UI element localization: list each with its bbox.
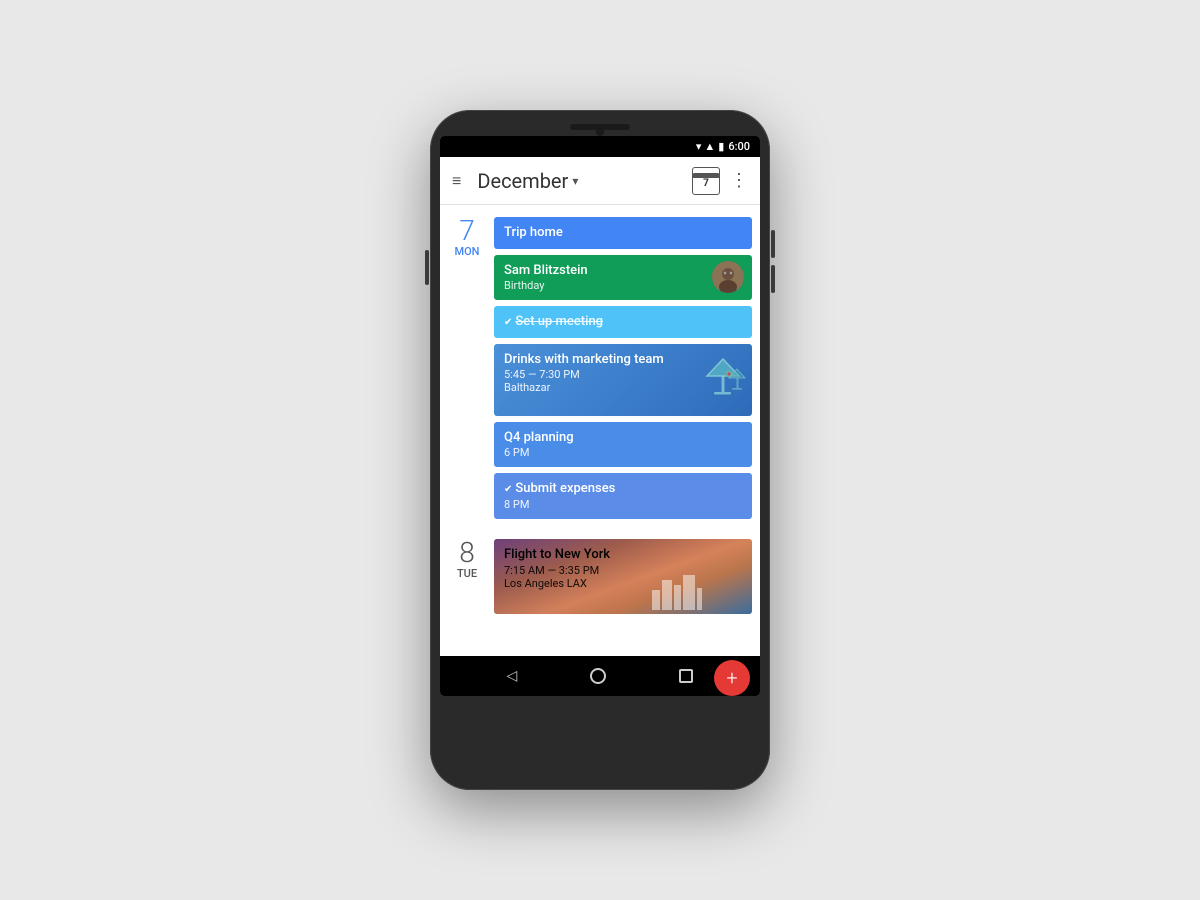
day-label-7: 7 Mon xyxy=(448,217,486,519)
wifi-icon: ▾ xyxy=(696,140,702,153)
event-location: Los Angeles LAX xyxy=(504,577,742,590)
event-time: 8 PM xyxy=(504,498,742,511)
menu-button[interactable]: ≡ xyxy=(452,171,461,191)
status-icons: ▾ ▲ ▮ xyxy=(696,140,724,153)
event-title: Sam Blitzstein xyxy=(504,263,742,279)
event-birthday[interactable]: Sam Blitzstein Birthday xyxy=(494,255,752,301)
phone-device: ▾ ▲ ▮ 6:00 ≡ December ▾ 7 ⋮ xyxy=(430,110,770,790)
battery-icon: ▮ xyxy=(718,140,724,153)
phone-screen: ▾ ▲ ▮ 6:00 ≡ December ▾ 7 ⋮ xyxy=(440,136,760,696)
avatar-svg xyxy=(712,261,744,293)
event-flight-ny[interactable]: Flight to New York 7:15 AM — 3:35 PM Los… xyxy=(494,539,752,614)
event-setup-meeting[interactable]: ✔Set up meeting xyxy=(494,306,752,338)
month-label: December xyxy=(477,169,568,193)
phone-camera xyxy=(596,128,604,136)
volume-down-button[interactable] xyxy=(771,265,775,293)
recent-square xyxy=(679,669,693,683)
avatar xyxy=(712,261,744,293)
event-subtitle: Birthday xyxy=(504,279,742,292)
status-bar: ▾ ▲ ▮ 6:00 xyxy=(440,136,760,157)
event-title: ✔Submit expenses xyxy=(504,481,742,497)
day-name-7: Mon xyxy=(454,245,479,258)
recent-apps-button[interactable] xyxy=(679,669,693,683)
events-list-8: Flight to New York 7:15 AM — 3:35 PM Los… xyxy=(494,539,752,614)
task-icon: ✔ xyxy=(504,484,512,495)
event-q4-planning[interactable]: Q4 planning 6 PM xyxy=(494,422,752,468)
event-title: Trip home xyxy=(504,225,742,241)
app-bar-actions: 7 ⋮ xyxy=(692,167,748,195)
day-number-7: 7 xyxy=(459,217,475,245)
day-section-7: 7 Mon Trip home Sam Blitzstein Birthday xyxy=(440,205,760,527)
home-button[interactable] xyxy=(590,668,606,684)
status-time: 6:00 xyxy=(728,140,750,153)
event-drinks[interactable]: Drinks with marketing team 5:45 — 7:30 P… xyxy=(494,344,752,416)
avatar-image xyxy=(712,261,744,293)
calendar-scroll[interactable]: 7 Mon Trip home Sam Blitzstein Birthday xyxy=(440,205,760,656)
flight-content: Flight to New York 7:15 AM — 3:35 PM Los… xyxy=(504,547,742,590)
event-time: 7:15 AM — 3:35 PM xyxy=(504,564,742,577)
event-trip-home[interactable]: Trip home xyxy=(494,217,752,249)
day-name-8: Tue xyxy=(457,567,477,580)
calendar-today-button[interactable]: 7 xyxy=(692,167,720,195)
day-number-8: 8 xyxy=(459,539,475,567)
day-label-8: 8 Tue xyxy=(448,539,486,614)
event-submit-expenses[interactable]: ✔Submit expenses 8 PM xyxy=(494,473,752,519)
phone-bottom xyxy=(440,696,760,716)
dropdown-arrow[interactable]: ▾ xyxy=(572,174,578,188)
event-title: Flight to New York xyxy=(504,547,742,563)
volume-up-button[interactable] xyxy=(771,230,775,258)
event-title: Q4 planning xyxy=(504,430,742,446)
back-button[interactable]: ◁ xyxy=(507,668,518,684)
task-check-icon: ✔ xyxy=(504,317,512,328)
event-time: 6 PM xyxy=(504,446,742,459)
nav-bar: ◁ xyxy=(440,656,760,696)
app-title: December ▾ xyxy=(477,169,692,193)
signal-icon: ▲ xyxy=(704,140,715,153)
more-options-button[interactable]: ⋮ xyxy=(730,170,748,191)
power-button[interactable] xyxy=(425,250,429,285)
event-title: ✔Set up meeting xyxy=(504,314,742,330)
day-section-8: 8 Tue Flight to New York 7:15 AM — 3:35 … xyxy=(440,527,760,614)
add-icon: + xyxy=(726,666,737,690)
events-list-7: Trip home Sam Blitzstein Birthday xyxy=(494,217,752,519)
app-bar: ≡ December ▾ 7 ⋮ xyxy=(440,157,760,205)
fab-add-button[interactable]: + xyxy=(714,660,750,696)
home-circle xyxy=(590,668,606,684)
cocktail-icon xyxy=(701,354,746,412)
